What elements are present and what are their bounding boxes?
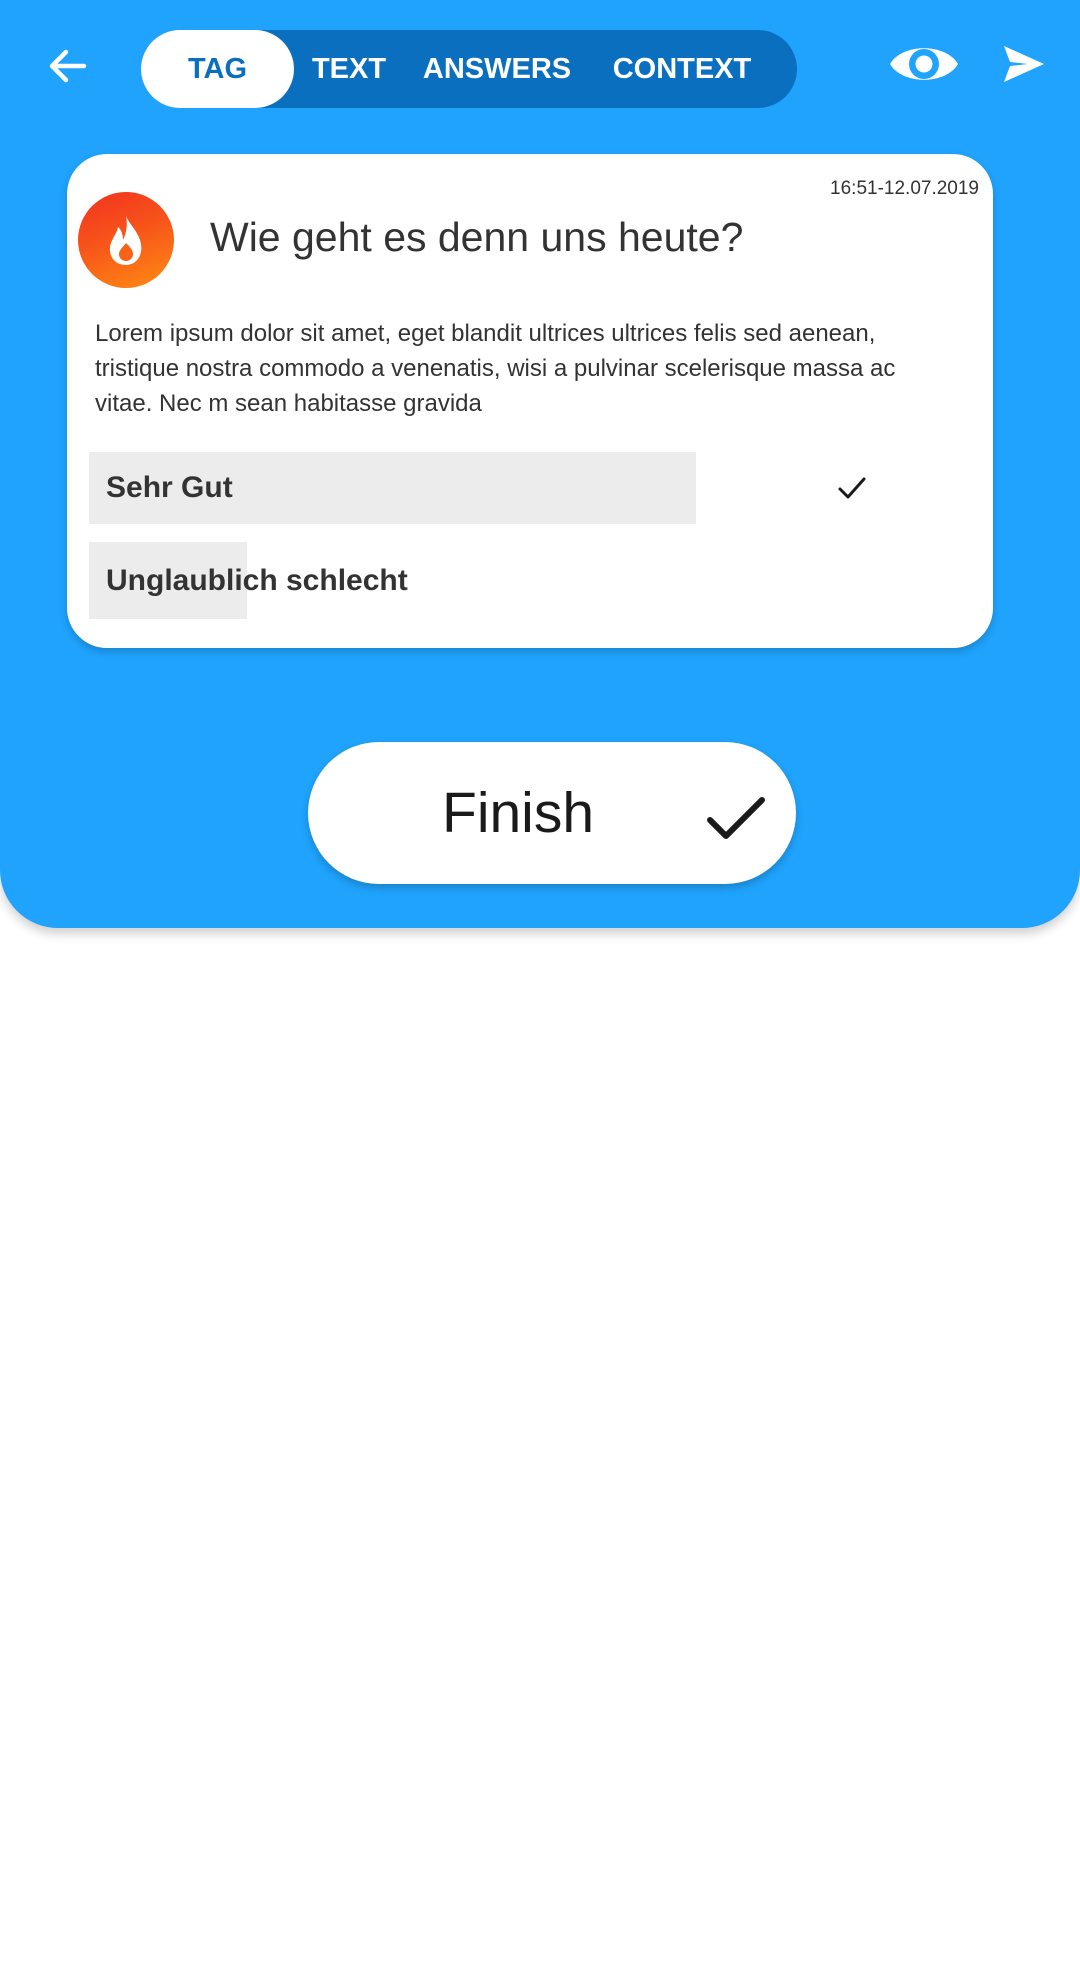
tab-answers[interactable]: ANSWERS [404,30,590,108]
arrow-left-icon [49,49,87,83]
answer-label: Unglaublich schlecht [106,563,408,597]
finish-button[interactable]: Finish [308,742,796,884]
send-icon [1004,46,1044,82]
header-panel: TAG TEXT ANSWERS CONTEXT 16:51-12.07.201… [0,0,1080,928]
tab-bar: TAG TEXT ANSWERS CONTEXT [141,30,797,108]
tab-context[interactable]: CONTEXT [590,30,774,108]
answer-label: Sehr Gut [106,471,233,504]
finish-label: Finish [442,781,595,845]
answer-option[interactable]: Unglaublich schlecht [89,542,969,619]
avatar [78,192,174,288]
send-button[interactable] [996,36,1052,92]
checkmark-icon [707,797,765,839]
selected-check-icon [838,477,866,499]
tab-tag[interactable]: TAG [141,30,294,108]
timestamp: 16:51-12.07.2019 [830,178,979,199]
question-title: Wie geht es denn uns heute? [210,214,744,260]
preview-button[interactable] [886,34,962,94]
eye-icon [890,48,958,80]
question-description: Lorem ipsum dolor sit amet, eget blandit… [95,320,896,417]
tab-text[interactable]: TEXT [294,30,404,108]
question-card: 16:51-12.07.2019 Wie geht es denn uns he… [67,154,993,648]
flame-icon [109,216,142,265]
back-button[interactable] [40,38,96,94]
